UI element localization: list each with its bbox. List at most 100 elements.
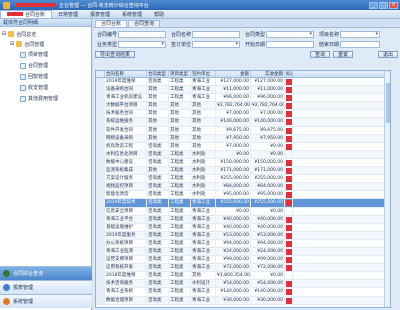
table-row[interactable]: 大数据平台项目 其他 其他 其他 ¥2,782,764.00 ¥2,782,764.00 <box>96 102 390 111</box>
vertical-scrollbar[interactable] <box>384 71 390 307</box>
row-header[interactable] <box>96 256 105 264</box>
row-header[interactable] <box>96 158 105 167</box>
sign-unit-select[interactable] <box>192 41 240 48</box>
exit-button[interactable]: 退出 <box>377 51 398 58</box>
close-button[interactable]: × <box>389 1 398 9</box>
table-row[interactable]: 视频监控项目 咨询类 工程类 水利处 ¥84,000.00 ¥84,000.00 <box>96 183 390 192</box>
row-header[interactable] <box>96 175 105 183</box>
table-row[interactable]: 运营支撑项目 咨询类 工程类 青海工业 ¥99,000.00 ¥99,000.00 <box>96 256 390 265</box>
row-header[interactable] <box>96 150 105 158</box>
nav-contract-query[interactable]: 合同综合查询 <box>0 266 92 280</box>
contract-no-input[interactable] <box>118 31 166 38</box>
table-row[interactable]: ▸ 2019年度技术 咨询类 工程类 青海工业 ¥255,000.00 ¥255,000.0… <box>96 199 390 208</box>
contract-type-select[interactable] <box>266 31 314 38</box>
row-header[interactable] <box>96 126 105 134</box>
table-row[interactable]: 青海工业监测 咨询类 工程类 青海工业 ¥24,000.00 ¥24,000.00 <box>96 247 390 257</box>
table-row[interactable]: 技术咨询服务 咨询类 工程类 水利设计 ¥54,000.00 ¥54,000.00 <box>96 280 390 289</box>
scroll-thumb[interactable] <box>386 83 390 123</box>
table-row[interactable]: 机房改造工程 咨询类 其他 其他 ¥7,000.00 ¥0.00 <box>96 142 390 151</box>
table-row[interactable]: 数据中心建设 咨询类 工程类 水利处 ¥150,000.00 ¥150,000.00 <box>96 158 390 168</box>
expand-icon[interactable]: ⊟ <box>2 31 6 37</box>
expand-icon[interactable]: ⊟ <box>10 41 14 47</box>
tree-item-payment[interactable]: 回款管理 <box>2 71 89 82</box>
table-row[interactable]: 技术服务合同 其他 其他 其他 ¥7,000.00 ¥7,000.00 <box>96 110 390 119</box>
row-header[interactable] <box>96 272 105 280</box>
tree-group[interactable]: ⊟ 合同管理 <box>2 39 89 49</box>
row-header[interactable] <box>96 86 105 94</box>
business-type-select[interactable] <box>118 41 166 48</box>
table-row[interactable]: 方案设计服务 咨询类 工程类 水利处 ¥255,000.00 ¥255,000.00 <box>96 175 390 184</box>
contract-name-input[interactable] <box>192 31 240 38</box>
tree-item-other[interactable]: 其他费用管理 <box>2 93 89 104</box>
reset-button[interactable]: 重置 <box>332 51 353 58</box>
tab-query[interactable]: 合同查询 <box>128 20 161 27</box>
row-header[interactable] <box>96 264 105 272</box>
table-row[interactable]: 系统运维服务 其他 其他 其他 ¥140,000.00 ¥140,000.00 <box>96 118 390 127</box>
tab-ledger[interactable]: 合同台账 <box>95 20 128 27</box>
table-row[interactable]: 基础设施维护 咨询类 工程类 青海工业 ¥40,000.00 ¥40,000.00 <box>96 223 390 232</box>
row-header[interactable] <box>96 288 105 296</box>
table-row[interactable]: 数据治理项目 咨询类 工程类 青海工业 ¥30,000.00 ¥30,000.00 <box>96 296 390 305</box>
row-header[interactable] <box>96 223 105 231</box>
row-header[interactable] <box>96 247 105 256</box>
maximize-button[interactable]: □ <box>379 1 388 9</box>
menu-item-reports[interactable]: 报表管理 <box>84 11 116 18</box>
row-header[interactable] <box>96 78 105 86</box>
end-date-input[interactable] <box>340 41 380 48</box>
row-header[interactable] <box>96 118 105 126</box>
menu-item-help[interactable]: 帮助 <box>148 11 170 18</box>
row-header[interactable] <box>96 94 105 102</box>
table-row[interactable]: 水利信息化项目 咨询类 工程类 水利处 ¥0.00 ¥0.00 <box>96 150 390 159</box>
row-header[interactable] <box>96 296 105 304</box>
table-row[interactable]: 2019年度服务 咨询类 工程类 青海工业 ¥53,000.00 ¥53,000.00 <box>96 231 390 240</box>
table-row[interactable]: 网络设备采购 其他 其他 其他 ¥7,950.00 ¥7,950.00 <box>96 134 390 143</box>
row-header[interactable] <box>96 142 105 150</box>
column-header[interactable]: 签约单位 <box>191 71 216 77</box>
table-cell: ¥99,000.00 <box>216 256 251 264</box>
row-header[interactable] <box>96 134 105 142</box>
row-header[interactable] <box>96 110 105 118</box>
nav-reports[interactable]: 报表管理 <box>0 280 92 294</box>
column-header[interactable]: 项目类型 <box>169 71 191 77</box>
menu-item-home[interactable]: 合同台账 <box>0 9 53 19</box>
row-header[interactable] <box>96 207 105 215</box>
row-header[interactable] <box>96 191 105 199</box>
export-button[interactable]: 导出查询结果 <box>95 51 136 58</box>
column-header[interactable]: 合同名称 <box>105 71 147 77</box>
tree-root[interactable]: ⊟ 合同总览 <box>2 29 89 39</box>
table-row[interactable]: 软件开发合同 其他 其他 其他 ¥9,675.00 ¥9,675.00 <box>96 126 390 135</box>
row-header[interactable] <box>96 280 105 288</box>
row-header[interactable] <box>96 215 105 223</box>
tree-item-project[interactable]: 项目管理 <box>2 49 89 60</box>
row-header[interactable] <box>96 231 105 239</box>
row-header[interactable] <box>96 239 105 247</box>
table-row[interactable]: 监测系统集成 其他 工程类 水利处 ¥171,000.00 ¥171,000.00 <box>96 167 390 176</box>
row-header[interactable] <box>96 102 105 110</box>
column-header[interactable]: 标记 <box>285 71 293 77</box>
column-header[interactable]: 合同类型 <box>147 71 169 77</box>
column-header[interactable]: 金额 <box>216 71 251 77</box>
project-name-select[interactable] <box>340 31 380 38</box>
table-row[interactable]: 办公系统项目 咨询类 工程类 青海工业 ¥94,000.00 ¥94,000.00 <box>96 239 390 248</box>
table-row[interactable]: 青海工业平台 咨询类 工程类 青海工业 ¥40,000.00 ¥40,000.00 <box>96 215 390 224</box>
table-row[interactable]: 青海工业机房建设 其他 工程类 青海工业 ¥96,000.00 ¥96,000.00 <box>96 94 390 103</box>
row-header[interactable] <box>96 183 105 191</box>
menu-item-daily[interactable]: 日常管理 <box>52 11 84 18</box>
table-row[interactable]: 2018年度维保 咨询类 工程类 其他 ¥1,800,354.00 ¥0.00 <box>96 272 390 281</box>
table-row[interactable]: 信息安全项目 咨询类 工程类 青海工业 ¥0.00 ¥0.00 <box>96 207 390 216</box>
table-row[interactable]: 应用系统开发 咨询类 工程类 青海工业 ¥72,000.00 ¥72,000.00 <box>96 264 390 273</box>
query-button[interactable]: 查询 <box>309 51 330 58</box>
tree-item-contract[interactable]: 合同管理 <box>2 60 89 71</box>
row-header[interactable] <box>96 167 105 175</box>
row-header[interactable]: ▸ <box>96 199 105 207</box>
table-row[interactable]: 智能化改造 咨询类 工程类 水利处 ¥95,000.00 ¥95,000.00 <box>96 191 390 200</box>
table-row[interactable]: 青海工业系统 咨询类 工程类 青海工业 ¥140,000.00 ¥140,000.00 <box>96 288 390 297</box>
nav-system[interactable]: 系统管理 <box>0 294 92 308</box>
start-date-input[interactable] <box>266 41 314 48</box>
menu-item-system[interactable]: 系统管理 <box>116 11 148 18</box>
minimize-button[interactable]: _ <box>369 1 378 9</box>
column-header[interactable]: 实收金额 <box>251 71 285 77</box>
table-row[interactable]: 设备采购合同 其他 工程类 青海工业 ¥11,000.00 ¥11,000.00 <box>96 86 390 95</box>
table-row[interactable]: 2019年度维保 咨询类 工程类 青海工业 ¥127,000.00 ¥127,000.00 <box>96 78 390 87</box>
tree-item-income[interactable]: 收支管理 <box>2 82 89 93</box>
